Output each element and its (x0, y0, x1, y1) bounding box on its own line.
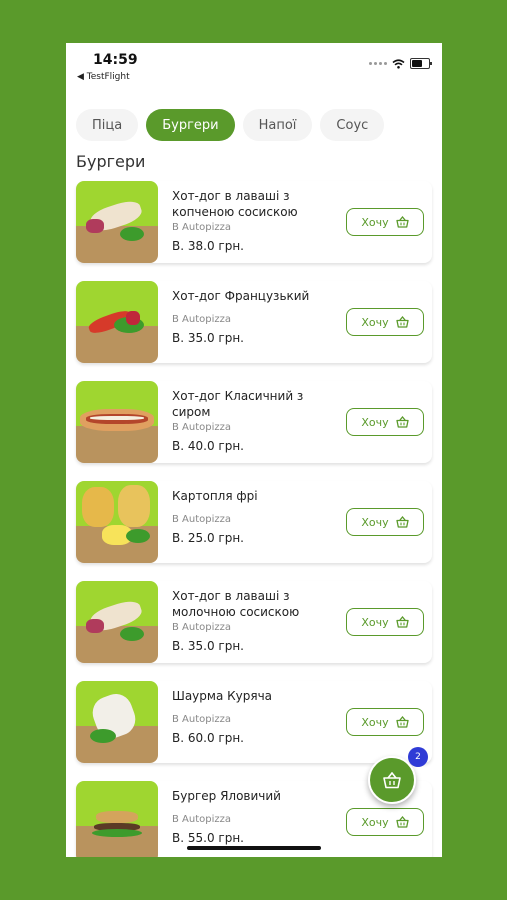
basket-icon (395, 616, 409, 628)
want-label: Хочу (361, 215, 389, 229)
product-shop: В Autopizza (172, 314, 232, 325)
product-image (76, 281, 158, 363)
product-image (76, 781, 158, 857)
basket-icon (395, 316, 409, 328)
product-name: Хот-дог Класичний з сиром (172, 389, 304, 419)
product-price: В. 40.0 грн. (172, 439, 244, 453)
cart-button[interactable] (368, 756, 416, 804)
product-name: Хот-дог в лаваші з копченою сосискою (172, 189, 298, 219)
want-label: Хочу (361, 715, 389, 729)
product-name: Хот-дог в лаваші з молочною сосискою (172, 589, 300, 619)
product-image (76, 481, 158, 563)
tab-0[interactable]: Піца (76, 109, 139, 141)
basket-icon (395, 216, 409, 228)
want-label: Хочу (361, 415, 389, 429)
product-name: Бургер Яловичий (172, 789, 281, 803)
product-card[interactable]: Хот-дог в лаваші з молочною сосискою В Au… (76, 581, 432, 663)
product-card[interactable]: Хот-дог в лаваші з копченою сосискою В Au… (76, 181, 432, 263)
want-label: Хочу (361, 515, 389, 529)
basket-icon (395, 416, 409, 428)
product-shop: В Autopizza (172, 814, 232, 825)
product-price: В. 35.0 грн. (172, 639, 244, 653)
want-button[interactable]: Хочу (346, 708, 424, 736)
product-image (76, 181, 158, 263)
product-price: В. 60.0 грн. (172, 731, 244, 745)
want-label: Хочу (361, 815, 389, 829)
tab-3[interactable]: Соус (320, 109, 385, 141)
product-card[interactable]: Хот-дог Класичний з сиром В Autopizza В. 4… (76, 381, 432, 463)
want-button[interactable]: Хочу (346, 608, 424, 636)
wifi-icon (392, 58, 405, 69)
status-time: 14:59 (93, 52, 138, 68)
product-card[interactable]: Картопля фрі В Autopizza В. 25.0 грн. Хочу (76, 481, 432, 563)
product-price: В. 55.0 грн. (172, 831, 244, 845)
want-button[interactable]: Хочу (346, 308, 424, 336)
product-price: В. 38.0 грн. (172, 239, 244, 253)
tab-1[interactable]: Бургери (146, 109, 235, 141)
want-button[interactable]: Хочу (346, 808, 424, 836)
product-name: Хот-дог Французький (172, 289, 310, 303)
battery-icon (410, 58, 432, 69)
home-indicator (187, 846, 321, 850)
product-price: В. 25.0 грн. (172, 531, 244, 545)
product-shop: В Autopizza (172, 422, 232, 433)
category-tabs: Піца Бургери Напої Соус (76, 109, 385, 141)
product-shop: В Autopizza (172, 622, 232, 633)
status-bar: 14:59 ◀ TestFlight (66, 43, 442, 93)
product-name: Картопля фрі (172, 489, 258, 503)
back-to-testflight[interactable]: ◀ TestFlight (77, 72, 130, 82)
basket-icon (395, 516, 409, 528)
basket-icon (395, 816, 409, 828)
product-image (76, 581, 158, 663)
signal-icon (369, 62, 387, 65)
product-shop: В Autopizza (172, 514, 232, 525)
product-shop: В Autopizza (172, 714, 232, 725)
want-label: Хочу (361, 615, 389, 629)
want-button[interactable]: Хочу (346, 408, 424, 436)
product-image (76, 381, 158, 463)
product-card[interactable]: Хот-дог Французький В Autopizza В. 35.0 гр… (76, 281, 432, 363)
want-label: Хочу (361, 315, 389, 329)
cart-count-badge: 2 (408, 747, 428, 767)
status-icons (369, 58, 432, 69)
tab-2[interactable]: Напої (242, 109, 313, 141)
want-button[interactable]: Хочу (346, 508, 424, 536)
product-name: Шаурма Куряча (172, 689, 273, 703)
product-price: В. 35.0 грн. (172, 331, 244, 345)
want-button[interactable]: Хочу (346, 208, 424, 236)
basket-icon (383, 771, 401, 788)
product-card[interactable]: Шаурма Куряча В Autopizza В. 60.0 грн. Хочу (76, 681, 432, 763)
product-image (76, 681, 158, 763)
basket-icon (395, 716, 409, 728)
section-title: Бургери (76, 152, 146, 171)
product-shop: В Autopizza (172, 222, 232, 233)
app-screen: 14:59 ◀ TestFlight Піца Бургери Напої Соус … (66, 43, 442, 857)
